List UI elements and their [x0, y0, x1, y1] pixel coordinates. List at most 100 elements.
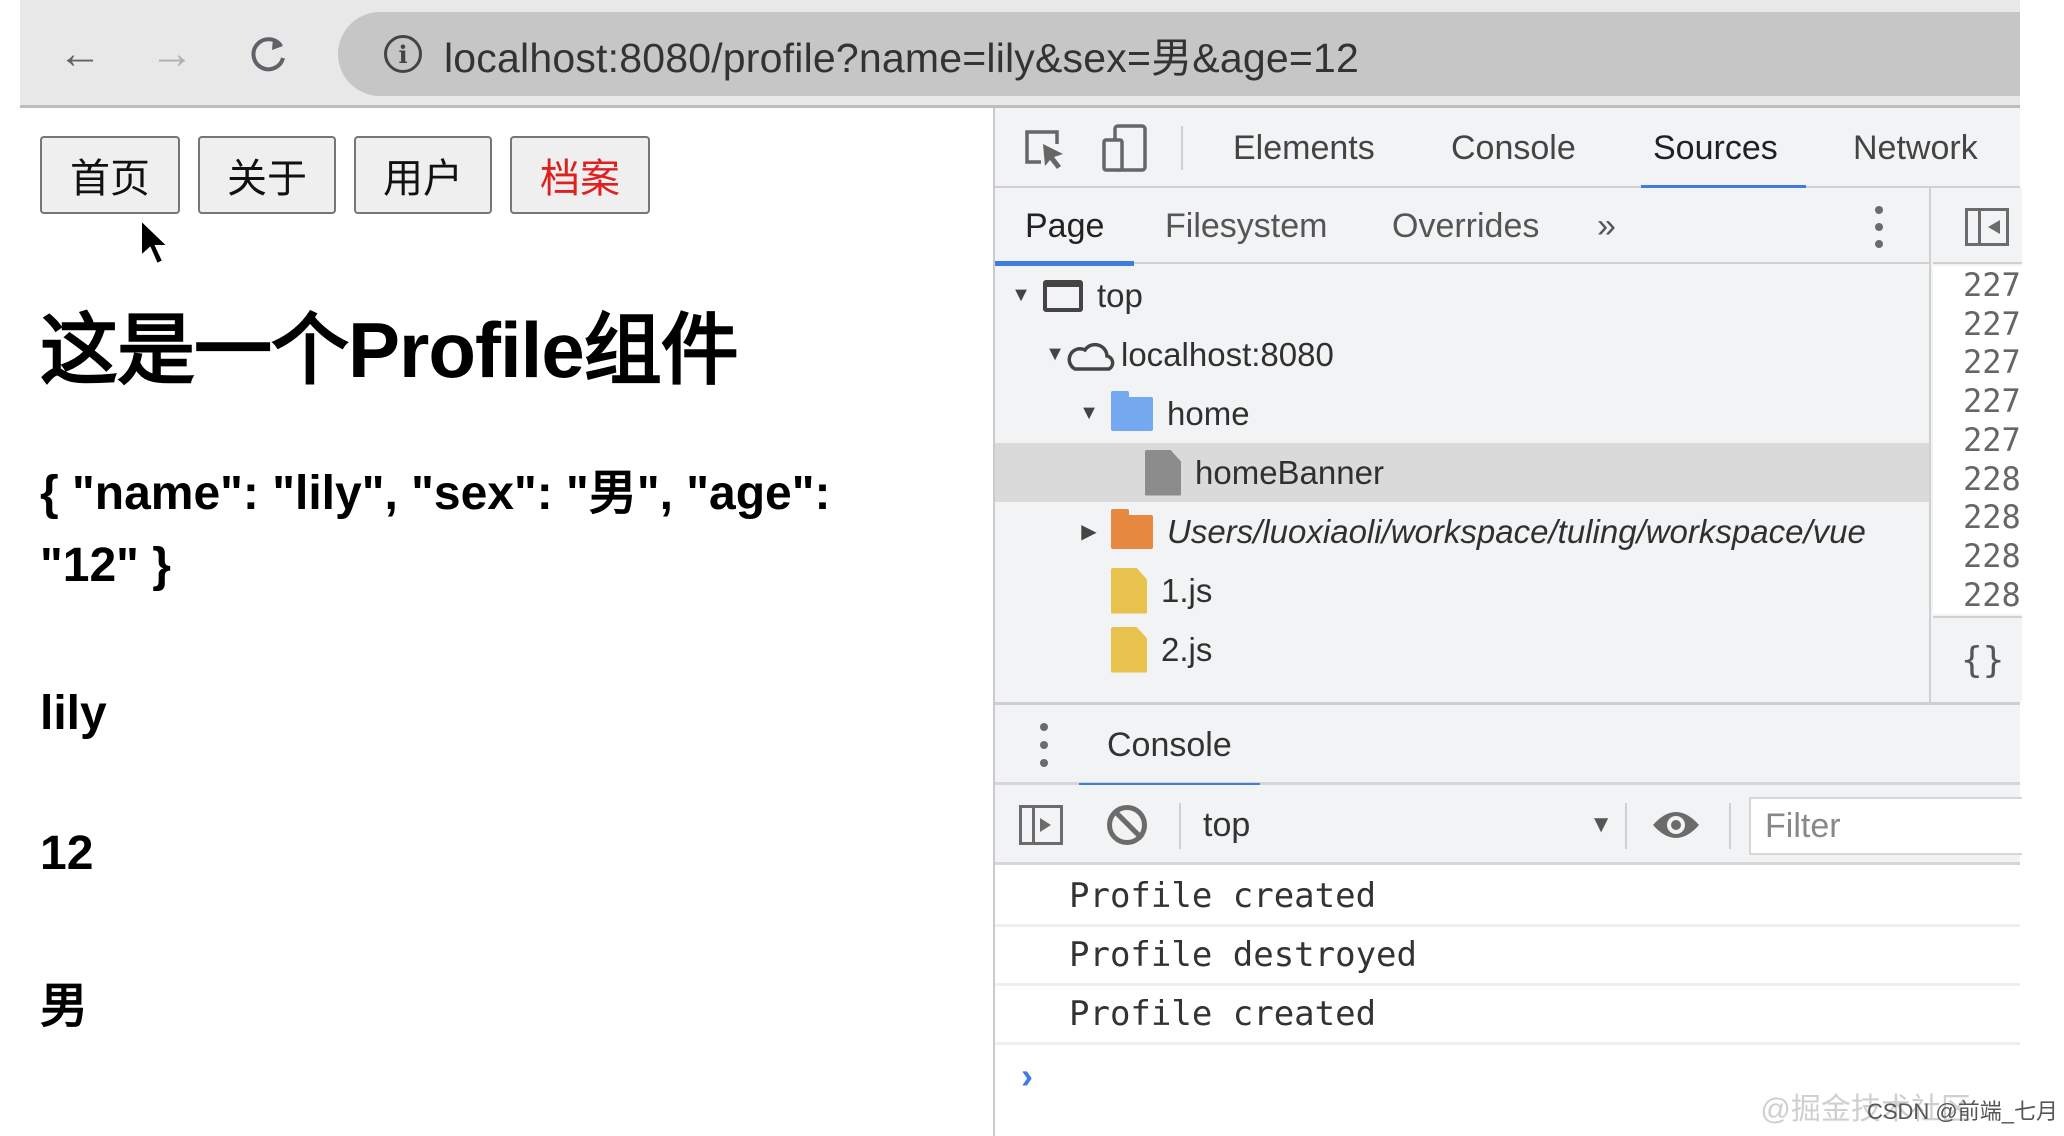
editor-header: [1933, 188, 2022, 264]
folder-icon: [1111, 508, 1153, 549]
tab-filesystem[interactable]: Filesystem: [1165, 188, 1327, 264]
collapsed-triangle-icon[interactable]: ▶: [1077, 519, 1101, 544]
js-file-icon: [1111, 626, 1147, 673]
mouse-cursor-icon: [140, 218, 171, 266]
tree-item-label: home: [1167, 394, 1250, 432]
line-numbers: 227 227 227 227 227 228 228 228 228: [1933, 266, 2022, 614]
nav-link-about[interactable]: 关于: [198, 136, 336, 214]
file-tree: ▼ top ▼ localhost:8080 ▼ home homeBanner: [995, 266, 1929, 679]
show-console-sidebar-icon[interactable]: [1019, 805, 1063, 845]
tree-item-file-2js[interactable]: 2.js: [995, 620, 1929, 679]
page-title: 这是一个Profile组件: [40, 306, 739, 394]
pretty-print-button[interactable]: {}: [1933, 616, 2022, 702]
toolbar-divider: [1729, 803, 1731, 849]
tree-item-label: 1.js: [1161, 571, 1213, 609]
devtools-tabbar: Elements Console Sources Network: [995, 108, 2020, 190]
line-number: 227: [1963, 382, 2021, 421]
toolbar-divider: [1625, 803, 1627, 849]
back-button[interactable]: ←: [50, 24, 110, 84]
line-number: 227: [1963, 266, 2021, 304]
router-nav: 首页 关于 用户 档案: [40, 136, 650, 214]
tree-item-label: Users/luoxiaoli/workspace/tuling/workspa…: [1167, 512, 1866, 550]
watermark-text: CSDN @前端_七月: [1866, 1099, 2058, 1124]
js-file-icon: [1111, 567, 1147, 614]
cloud-icon: [1067, 342, 1115, 371]
tree-item-label: 2.js: [1161, 630, 1213, 668]
drawer-tab-console[interactable]: Console: [1079, 705, 1260, 788]
editor-gutter: 227 227 227 227 227 228 228 228 228 {}: [1933, 188, 2022, 702]
toolbar-divider: [1181, 126, 1183, 170]
tree-item-label: homeBanner: [1195, 453, 1384, 491]
watermark: @掘金技术社区 CSDN @前端_七月: [1760, 1084, 2058, 1128]
line-number: 228: [1963, 459, 2021, 498]
tree-item-file-1js[interactable]: 1.js: [995, 561, 1929, 620]
console-toolbar: top ▼ Filter: [995, 785, 2022, 865]
context-selector[interactable]: top ▼: [1203, 785, 1613, 865]
inspect-element-icon[interactable]: [1021, 124, 1069, 172]
file-icon: [1145, 449, 1181, 496]
console-message: Profile created: [995, 986, 2020, 1045]
eye-icon[interactable]: [1651, 807, 1701, 843]
drawer-menu-icon[interactable]: [1039, 723, 1049, 767]
line-number: 227: [1963, 343, 2021, 382]
console-messages: Profile created Profile destroyed Profil…: [995, 868, 2020, 1045]
forward-button[interactable]: →: [142, 24, 202, 84]
expanded-triangle-icon[interactable]: ▼: [1043, 343, 1067, 366]
more-options-icon[interactable]: [1873, 206, 1885, 248]
tab-page[interactable]: Page: [994, 188, 1135, 266]
line-number: 228: [1963, 536, 2021, 575]
line-number: 227: [1963, 420, 2021, 459]
line-number: 227: [1963, 304, 2021, 343]
tab-console[interactable]: Console: [1451, 108, 1576, 188]
tree-item-file-selected[interactable]: homeBanner: [995, 443, 1929, 502]
sources-navigator: Page Filesystem Overrides » ▼ top ▼ loca…: [994, 188, 1931, 702]
line-number: 228: [1963, 498, 2021, 537]
toggle-navigator-icon[interactable]: [1965, 208, 2009, 246]
folder-icon: [1111, 390, 1153, 431]
arrow-right-icon: →: [150, 29, 194, 78]
tree-item-folder-filesystem[interactable]: ▶ Users/luoxiaoli/workspace/tuling/works…: [995, 502, 1929, 561]
console-message: Profile created: [995, 868, 2020, 927]
tree-item-top[interactable]: ▼ top: [995, 266, 1929, 325]
console-drawer: Console top ▼ Filter Profile created Pro…: [995, 702, 2022, 1136]
tree-item-folder-home[interactable]: ▼ home: [995, 384, 1929, 443]
line-number: 228: [1963, 575, 2021, 614]
page-viewport: 首页 关于 用户 档案 这是一个Profile组件 { "name": "lil…: [20, 108, 993, 1136]
tab-sources[interactable]: Sources: [1641, 108, 1806, 190]
expanded-triangle-icon[interactable]: ▼: [1077, 402, 1101, 425]
expanded-triangle-icon[interactable]: ▼: [1009, 284, 1033, 307]
query-json: { "name": "lily", "sex": "男", "age": "12…: [40, 467, 831, 592]
pretty-print-icon: {}: [1961, 639, 2005, 681]
nav-link-home[interactable]: 首页: [40, 136, 180, 214]
navigator-tabs: Page Filesystem Overrides »: [994, 188, 1929, 266]
info-icon[interactable]: i: [384, 35, 422, 73]
screen-edge: [2020, 0, 2064, 1136]
console-filter-input[interactable]: Filter: [1749, 797, 2022, 855]
tab-elements[interactable]: Elements: [1233, 108, 1375, 188]
clear-console-icon[interactable]: [1107, 805, 1147, 845]
reload-button[interactable]: [238, 24, 298, 84]
address-bar[interactable]: i localhost:8080/profile?name=lily&sex=男…: [338, 12, 2038, 96]
age-value: 12: [40, 827, 94, 880]
device-toolbar-icon[interactable]: [1101, 124, 1149, 172]
tree-item-origin[interactable]: ▼ localhost:8080: [995, 325, 1929, 384]
devtools-panel: Elements Console Sources Network Page Fi…: [993, 108, 2022, 1136]
browser-toolbar: ← → i localhost:8080/profile?name=lily&s…: [20, 0, 2038, 108]
nav-link-user[interactable]: 用户: [354, 136, 492, 214]
url-text[interactable]: localhost:8080/profile?name=lily&sex=男&a…: [444, 24, 1359, 84]
dropdown-arrow-icon: ▼: [1589, 811, 1613, 838]
console-message: Profile destroyed: [995, 927, 2020, 986]
drawer-tabbar: Console: [995, 705, 2020, 788]
tab-network[interactable]: Network: [1853, 108, 1978, 188]
arrow-left-icon: ←: [58, 29, 102, 78]
tree-item-label: localhost:8080: [1121, 335, 1334, 373]
context-value: top: [1203, 805, 1251, 844]
more-tabs-button[interactable]: »: [1597, 188, 1616, 264]
console-prompt-icon[interactable]: ›: [1021, 1055, 1033, 1097]
toolbar-divider: [1179, 803, 1181, 849]
frame-icon: [1043, 279, 1083, 312]
reload-icon: [251, 37, 285, 72]
nav-link-profile[interactable]: 档案: [510, 136, 650, 214]
sex-value: 男: [40, 980, 89, 1033]
tab-overrides[interactable]: Overrides: [1392, 188, 1539, 264]
